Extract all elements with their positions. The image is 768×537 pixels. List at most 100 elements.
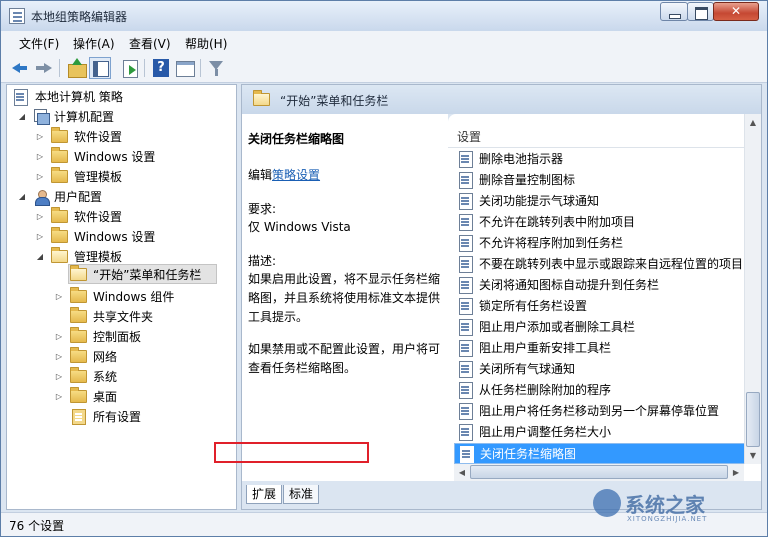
list-item-label: 锁定所有任务栏设置 <box>479 299 588 313</box>
show-hide-tree-icon[interactable] <box>89 57 111 79</box>
computer-icon <box>33 109 50 125</box>
vertical-scrollbar[interactable]: ▲ ▼ <box>744 114 761 464</box>
policy-setting-icon <box>458 340 474 357</box>
list-item-label: 删除音量控制图标 <box>479 173 576 187</box>
details-header-title: “开始”菜单和任务栏 <box>280 94 389 108</box>
scroll-up-arrow-icon[interactable]: ▲ <box>745 114 761 131</box>
tab-standard[interactable]: 标准 <box>283 485 320 504</box>
list-item[interactable]: 不允许将程序附加到任务栏 <box>454 233 746 254</box>
tree-user-config-label: 用户配置 <box>54 190 103 204</box>
view-properties-icon[interactable] <box>175 58 195 78</box>
tree-node-label: 系统 <box>93 370 118 384</box>
policy-document-icon <box>13 89 29 106</box>
list-item-selected[interactable]: 关闭任务栏缩略图 <box>454 443 746 464</box>
horizontal-scroll-thumb[interactable] <box>470 465 728 479</box>
header-divider <box>448 147 744 148</box>
export-list-icon[interactable] <box>121 58 141 78</box>
list-item[interactable]: 不允许在跳转列表中附加项目 <box>454 212 746 233</box>
tree-node-label: 网络 <box>93 350 118 364</box>
menu-view[interactable]: 查看(V) <box>129 35 171 52</box>
scroll-left-arrow-icon[interactable]: ◀ <box>454 464 470 481</box>
list-item[interactable]: 阻止用户添加或者删除工具栏 <box>454 317 746 338</box>
all-settings-icon <box>70 409 86 425</box>
expand-arrow-icon[interactable]: ▷ <box>54 388 64 406</box>
folder-icon <box>70 367 87 383</box>
description-text: 查看任务栏缩略图。 <box>248 361 357 375</box>
filter-icon[interactable] <box>207 58 227 78</box>
policy-setting-icon <box>458 193 474 210</box>
expand-arrow-icon[interactable]: ▷ <box>54 368 64 386</box>
expand-arrow-icon[interactable]: ▷ <box>54 328 64 346</box>
collapse-arrow-icon[interactable]: ◢ <box>17 108 27 126</box>
list-item[interactable]: 阻止用户重新安排工具栏 <box>454 338 746 359</box>
horizontal-scrollbar[interactable]: ◀ ▶ <box>454 464 744 481</box>
menu-bar: 文件(F) 操作(A) 查看(V) 帮助(H) <box>1 31 767 53</box>
edit-prefix: 编辑 <box>248 168 273 182</box>
list-item[interactable]: 删除电池指示器 <box>454 149 746 170</box>
list-item-label: 不允许在跳转列表中附加项目 <box>479 215 636 229</box>
policy-setting-icon <box>458 214 474 231</box>
description-text: 略图，并且系统将使用标准文本提供 <box>248 291 441 305</box>
tree-node-label: 软件设置 <box>74 210 123 224</box>
window-title: 本地组策略编辑器 <box>31 10 128 24</box>
expand-arrow-icon[interactable]: ▷ <box>35 148 45 166</box>
scroll-down-arrow-icon[interactable]: ▼ <box>745 447 761 464</box>
policy-editor-icon <box>9 8 25 24</box>
policy-tree[interactable]: 本地计算机 策略 ◢ 计算机配置 ▷ 软件设置 ▷ Windows 设置 ▷ 管… <box>6 84 237 510</box>
list-item[interactable]: 锁定所有任务栏设置 <box>454 296 746 317</box>
maximize-button[interactable] <box>687 2 714 21</box>
folder-icon <box>51 207 68 223</box>
menu-action[interactable]: 操作(A) <box>73 35 115 52</box>
up-folder-icon[interactable] <box>67 58 87 78</box>
policy-setting-icon <box>458 319 474 336</box>
expand-arrow-icon[interactable]: ▷ <box>54 348 64 366</box>
scroll-right-arrow-icon[interactable]: ▶ <box>728 464 744 481</box>
description-label: 描述: <box>248 254 277 268</box>
list-item[interactable]: 从任务栏删除附加的程序 <box>454 380 746 401</box>
edit-policy-link[interactable]: 策略设置 <box>272 168 320 182</box>
policy-setting-icon <box>458 361 474 378</box>
expand-arrow-icon[interactable]: ▷ <box>54 288 64 306</box>
menu-help[interactable]: 帮助(H) <box>185 35 227 52</box>
tab-extended[interactable]: 扩展 <box>246 485 283 504</box>
minimize-button[interactable] <box>660 2 688 21</box>
edit-policy-line: 编辑策略设置 <box>248 166 446 185</box>
open-folder-icon <box>253 90 270 106</box>
help-icon[interactable] <box>151 58 171 78</box>
open-folder-icon <box>51 247 68 263</box>
list-item[interactable]: 不要在跳转列表中显示或跟踪来自远程位置的项目 <box>454 254 746 275</box>
list-item[interactable]: 阻止用户将任务栏移动到另一个屏幕停靠位置 <box>454 401 746 422</box>
list-item-label: 关闭将通知图标自动提升到任务栏 <box>479 278 660 292</box>
open-folder-icon <box>70 265 87 281</box>
tree-node-label: 所有设置 <box>93 410 142 424</box>
expand-arrow-icon[interactable]: ▷ <box>35 228 45 246</box>
tree-node-label: “开始”菜单和任务栏 <box>93 268 202 282</box>
expand-arrow-icon[interactable]: ▷ <box>35 128 45 146</box>
policy-setting-icon <box>458 403 474 420</box>
menu-file[interactable]: 文件(F) <box>19 35 59 52</box>
expand-arrow-icon[interactable]: ▷ <box>35 208 45 226</box>
expand-arrow-icon[interactable]: ▷ <box>35 168 45 186</box>
details-header: “开始”菜单和任务栏 <box>242 85 761 114</box>
back-arrow-icon[interactable] <box>10 58 30 78</box>
collapse-arrow-icon[interactable]: ◢ <box>35 248 45 266</box>
settings-column-header[interactable]: 设置 <box>457 128 481 145</box>
annotation-red-box <box>214 442 369 463</box>
vertical-scroll-thumb[interactable] <box>746 392 760 447</box>
list-item[interactable]: 关闭功能提示气球通知 <box>454 191 746 212</box>
folder-icon <box>70 387 87 403</box>
collapse-arrow-icon[interactable]: ◢ <box>17 188 27 206</box>
list-item[interactable]: 关闭所有气球通知 <box>454 359 746 380</box>
list-item[interactable]: 关闭将通知图标自动提升到任务栏 <box>454 275 746 296</box>
list-item-label: 关闭功能提示气球通知 <box>479 194 600 208</box>
policy-setting-icon <box>458 256 474 273</box>
folder-icon <box>70 327 87 343</box>
toolbar-separator <box>59 59 60 77</box>
tree-node-label: Windows 组件 <box>93 290 175 304</box>
list-item[interactable]: 阻止用户调整任务栏大小 <box>454 422 746 443</box>
policy-setting-icon <box>458 424 474 441</box>
settings-list[interactable]: 设置 删除电池指示器 删除音量控制图标 关闭功能提示气球通知 不允许在跳转列表中… <box>448 114 761 481</box>
forward-arrow-icon[interactable] <box>34 58 54 78</box>
close-button[interactable] <box>713 2 759 21</box>
list-item[interactable]: 删除音量控制图标 <box>454 170 746 191</box>
